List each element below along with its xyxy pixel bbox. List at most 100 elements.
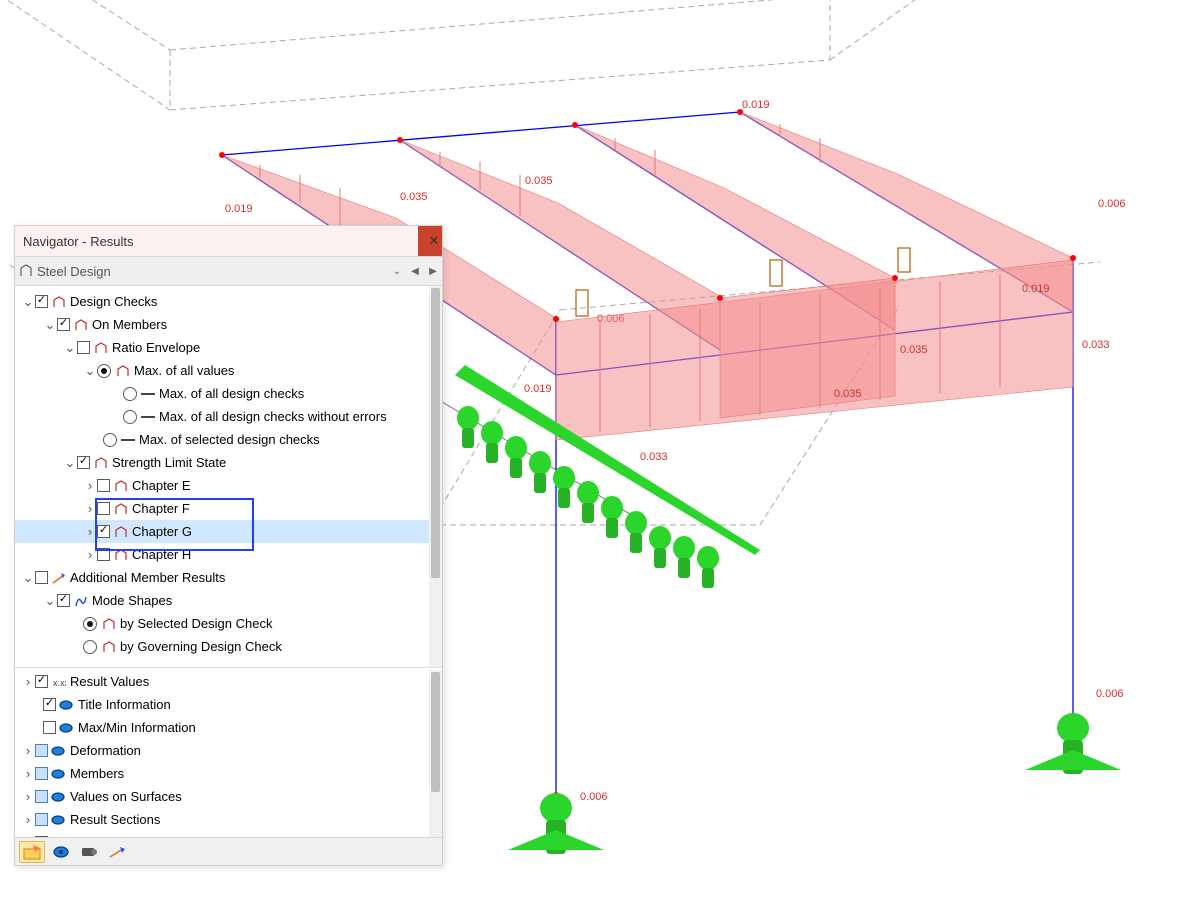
chevron-right-icon[interactable]: › xyxy=(21,789,35,804)
tree2-scrollbar[interactable] xyxy=(429,670,442,837)
line-icon xyxy=(121,439,135,441)
checkbox[interactable] xyxy=(35,295,48,308)
chevron-right-icon[interactable]: › xyxy=(21,812,35,827)
chevron-right-icon[interactable]: › xyxy=(21,674,35,689)
value-label: 0.006 xyxy=(1096,688,1124,700)
chevron-down-icon[interactable]: ⌄ xyxy=(83,363,97,379)
checkbox[interactable] xyxy=(35,675,48,688)
checkbox[interactable] xyxy=(97,479,110,492)
next-button[interactable]: ▶ xyxy=(424,260,442,282)
tree-label: Members xyxy=(70,766,124,781)
dropdown-toggle[interactable]: ⌄ xyxy=(388,260,406,282)
tree-item-result-sections[interactable]: › Result Sections xyxy=(15,808,429,831)
tree-item-on-members[interactable]: ⌄ On Members xyxy=(15,313,429,336)
result-values-icon: x.xx xyxy=(51,674,66,689)
navigator-mode-loading-button[interactable] xyxy=(105,842,129,862)
checkbox[interactable] xyxy=(35,767,48,780)
chevron-right-icon[interactable]: › xyxy=(83,547,97,562)
checkbox[interactable] xyxy=(35,790,48,803)
tree-item-mode-shapes[interactable]: ⌄ Mode Shapes xyxy=(15,589,429,612)
checkbox[interactable] xyxy=(57,318,70,331)
chevron-right-icon[interactable]: › xyxy=(21,766,35,781)
radio[interactable] xyxy=(83,617,97,631)
chevron-right-icon[interactable]: › xyxy=(83,524,97,539)
tree-item-strength-limit-state[interactable]: ⌄ Strength Limit State xyxy=(15,451,429,474)
tree-item-values-on-surfaces[interactable]: › Values on Surfaces xyxy=(15,785,429,808)
scroll-thumb[interactable] xyxy=(431,672,440,792)
tree-label: On Members xyxy=(92,317,167,332)
radio[interactable] xyxy=(97,364,111,378)
tree-item-chapter-g[interactable]: › Chapter G xyxy=(15,520,429,543)
mode-shape-icon xyxy=(73,593,88,608)
navigator-panel[interactable]: Navigator - Results ✕ Steel Design ⌄ ◀ ▶… xyxy=(14,225,443,866)
navigator-toolbar: Steel Design ⌄ ◀ ▶ xyxy=(15,257,442,286)
tree-item-deformation[interactable]: › Deformation xyxy=(15,739,429,762)
tree-item-ratio-envelope[interactable]: ⌄ Ratio Envelope xyxy=(15,336,429,359)
navigator-mode-results-button[interactable] xyxy=(19,841,45,863)
tree-item-design-checks[interactable]: ⌄ Design Checks xyxy=(15,290,429,313)
checkbox[interactable] xyxy=(77,456,90,469)
chevron-right-icon[interactable]: › xyxy=(21,743,35,758)
tree-item-max-selected-design-checks[interactable]: Max. of selected design checks xyxy=(15,428,429,451)
value-label: 0.019 xyxy=(742,99,770,111)
chevron-down-icon[interactable]: ⌄ xyxy=(63,455,77,471)
tree-item-members[interactable]: › Members xyxy=(15,762,429,785)
tree-item-max-all-design-checks-wo-errors[interactable]: Max. of all design checks without errors xyxy=(15,405,429,428)
tree-item-chapter-h[interactable]: › Chapter H xyxy=(15,543,429,566)
navigator-title: Navigator - Results xyxy=(15,234,134,249)
tree-item-by-selected-design-check[interactable]: by Selected Design Check xyxy=(15,612,429,635)
chevron-down-icon[interactable]: ⌄ xyxy=(21,294,35,310)
checkbox[interactable] xyxy=(77,341,90,354)
tree-item-chapter-e[interactable]: › Chapter E xyxy=(15,474,429,497)
tree-item-by-governing-design-check[interactable]: by Governing Design Check xyxy=(15,635,429,658)
radio[interactable] xyxy=(123,410,137,424)
steel-design-icon xyxy=(15,264,37,278)
tree-label: Deformation xyxy=(70,743,141,758)
navigator-titlebar[interactable]: Navigator - Results ✕ xyxy=(15,226,442,257)
checkbox[interactable] xyxy=(57,594,70,607)
tree-item-maxmin-information[interactable]: Max/Min Information xyxy=(15,716,429,739)
checkbox[interactable] xyxy=(43,721,56,734)
chevron-right-icon[interactable]: › xyxy=(83,501,97,516)
prev-button[interactable]: ◀ xyxy=(406,260,424,282)
checkbox[interactable] xyxy=(35,744,48,757)
scroll-thumb[interactable] xyxy=(431,288,440,578)
value-label: 0.033 xyxy=(1082,339,1110,351)
chevron-down-icon[interactable]: ⌄ xyxy=(63,340,77,356)
tree-label: Design Checks xyxy=(70,294,157,309)
navigator-mode-views-button[interactable] xyxy=(77,842,101,862)
checkbox[interactable] xyxy=(43,698,56,711)
radio[interactable] xyxy=(123,387,137,401)
radio[interactable] xyxy=(83,640,97,654)
tree-label: Max/Min Information xyxy=(78,720,196,735)
checkbox[interactable] xyxy=(35,813,48,826)
tree-item-title-information[interactable]: Title Information xyxy=(15,693,429,716)
frame-icon xyxy=(113,547,128,562)
checkbox[interactable] xyxy=(97,525,110,538)
close-button[interactable]: ✕ xyxy=(418,226,442,256)
tree-item-additional-member-results[interactable]: ⌄ Additional Member Results xyxy=(15,566,429,589)
chevron-down-icon[interactable]: ⌄ xyxy=(21,570,35,586)
checkbox[interactable] xyxy=(35,571,48,584)
checkbox[interactable] xyxy=(97,548,110,561)
tree-scrollbar[interactable] xyxy=(429,286,442,667)
tree-item-max-all-values[interactable]: ⌄ Max. of all values xyxy=(15,359,429,382)
tree-item-max-all-design-checks[interactable]: Max. of all design checks xyxy=(15,382,429,405)
checkbox[interactable] xyxy=(35,836,48,837)
radio[interactable] xyxy=(103,433,117,447)
chevron-right-icon[interactable]: › xyxy=(83,478,97,493)
tree-label: Values on Surfaces xyxy=(70,789,182,804)
results-tree[interactable]: ⌄ Design Checks ⌄ On Members ⌄ Ratio Env… xyxy=(15,286,429,667)
navigator-mode-display-button[interactable] xyxy=(49,842,73,862)
tree-label: Max. of all design checks without errors xyxy=(159,409,387,424)
frame-icon xyxy=(93,455,108,470)
navigator-context-label: Steel Design xyxy=(37,264,388,279)
value-label: 0.019 xyxy=(524,383,552,395)
tree-item-result-values[interactable]: › x.xx Result Values xyxy=(15,670,429,693)
display-options-tree[interactable]: › x.xx Result Values Title Information M… xyxy=(15,670,429,837)
chevron-down-icon[interactable]: ⌄ xyxy=(43,317,57,333)
chevron-down-icon[interactable]: ⌄ xyxy=(43,593,57,609)
eye-icon xyxy=(59,699,74,711)
checkbox[interactable] xyxy=(97,502,110,515)
tree-item-chapter-f[interactable]: › Chapter F xyxy=(15,497,429,520)
